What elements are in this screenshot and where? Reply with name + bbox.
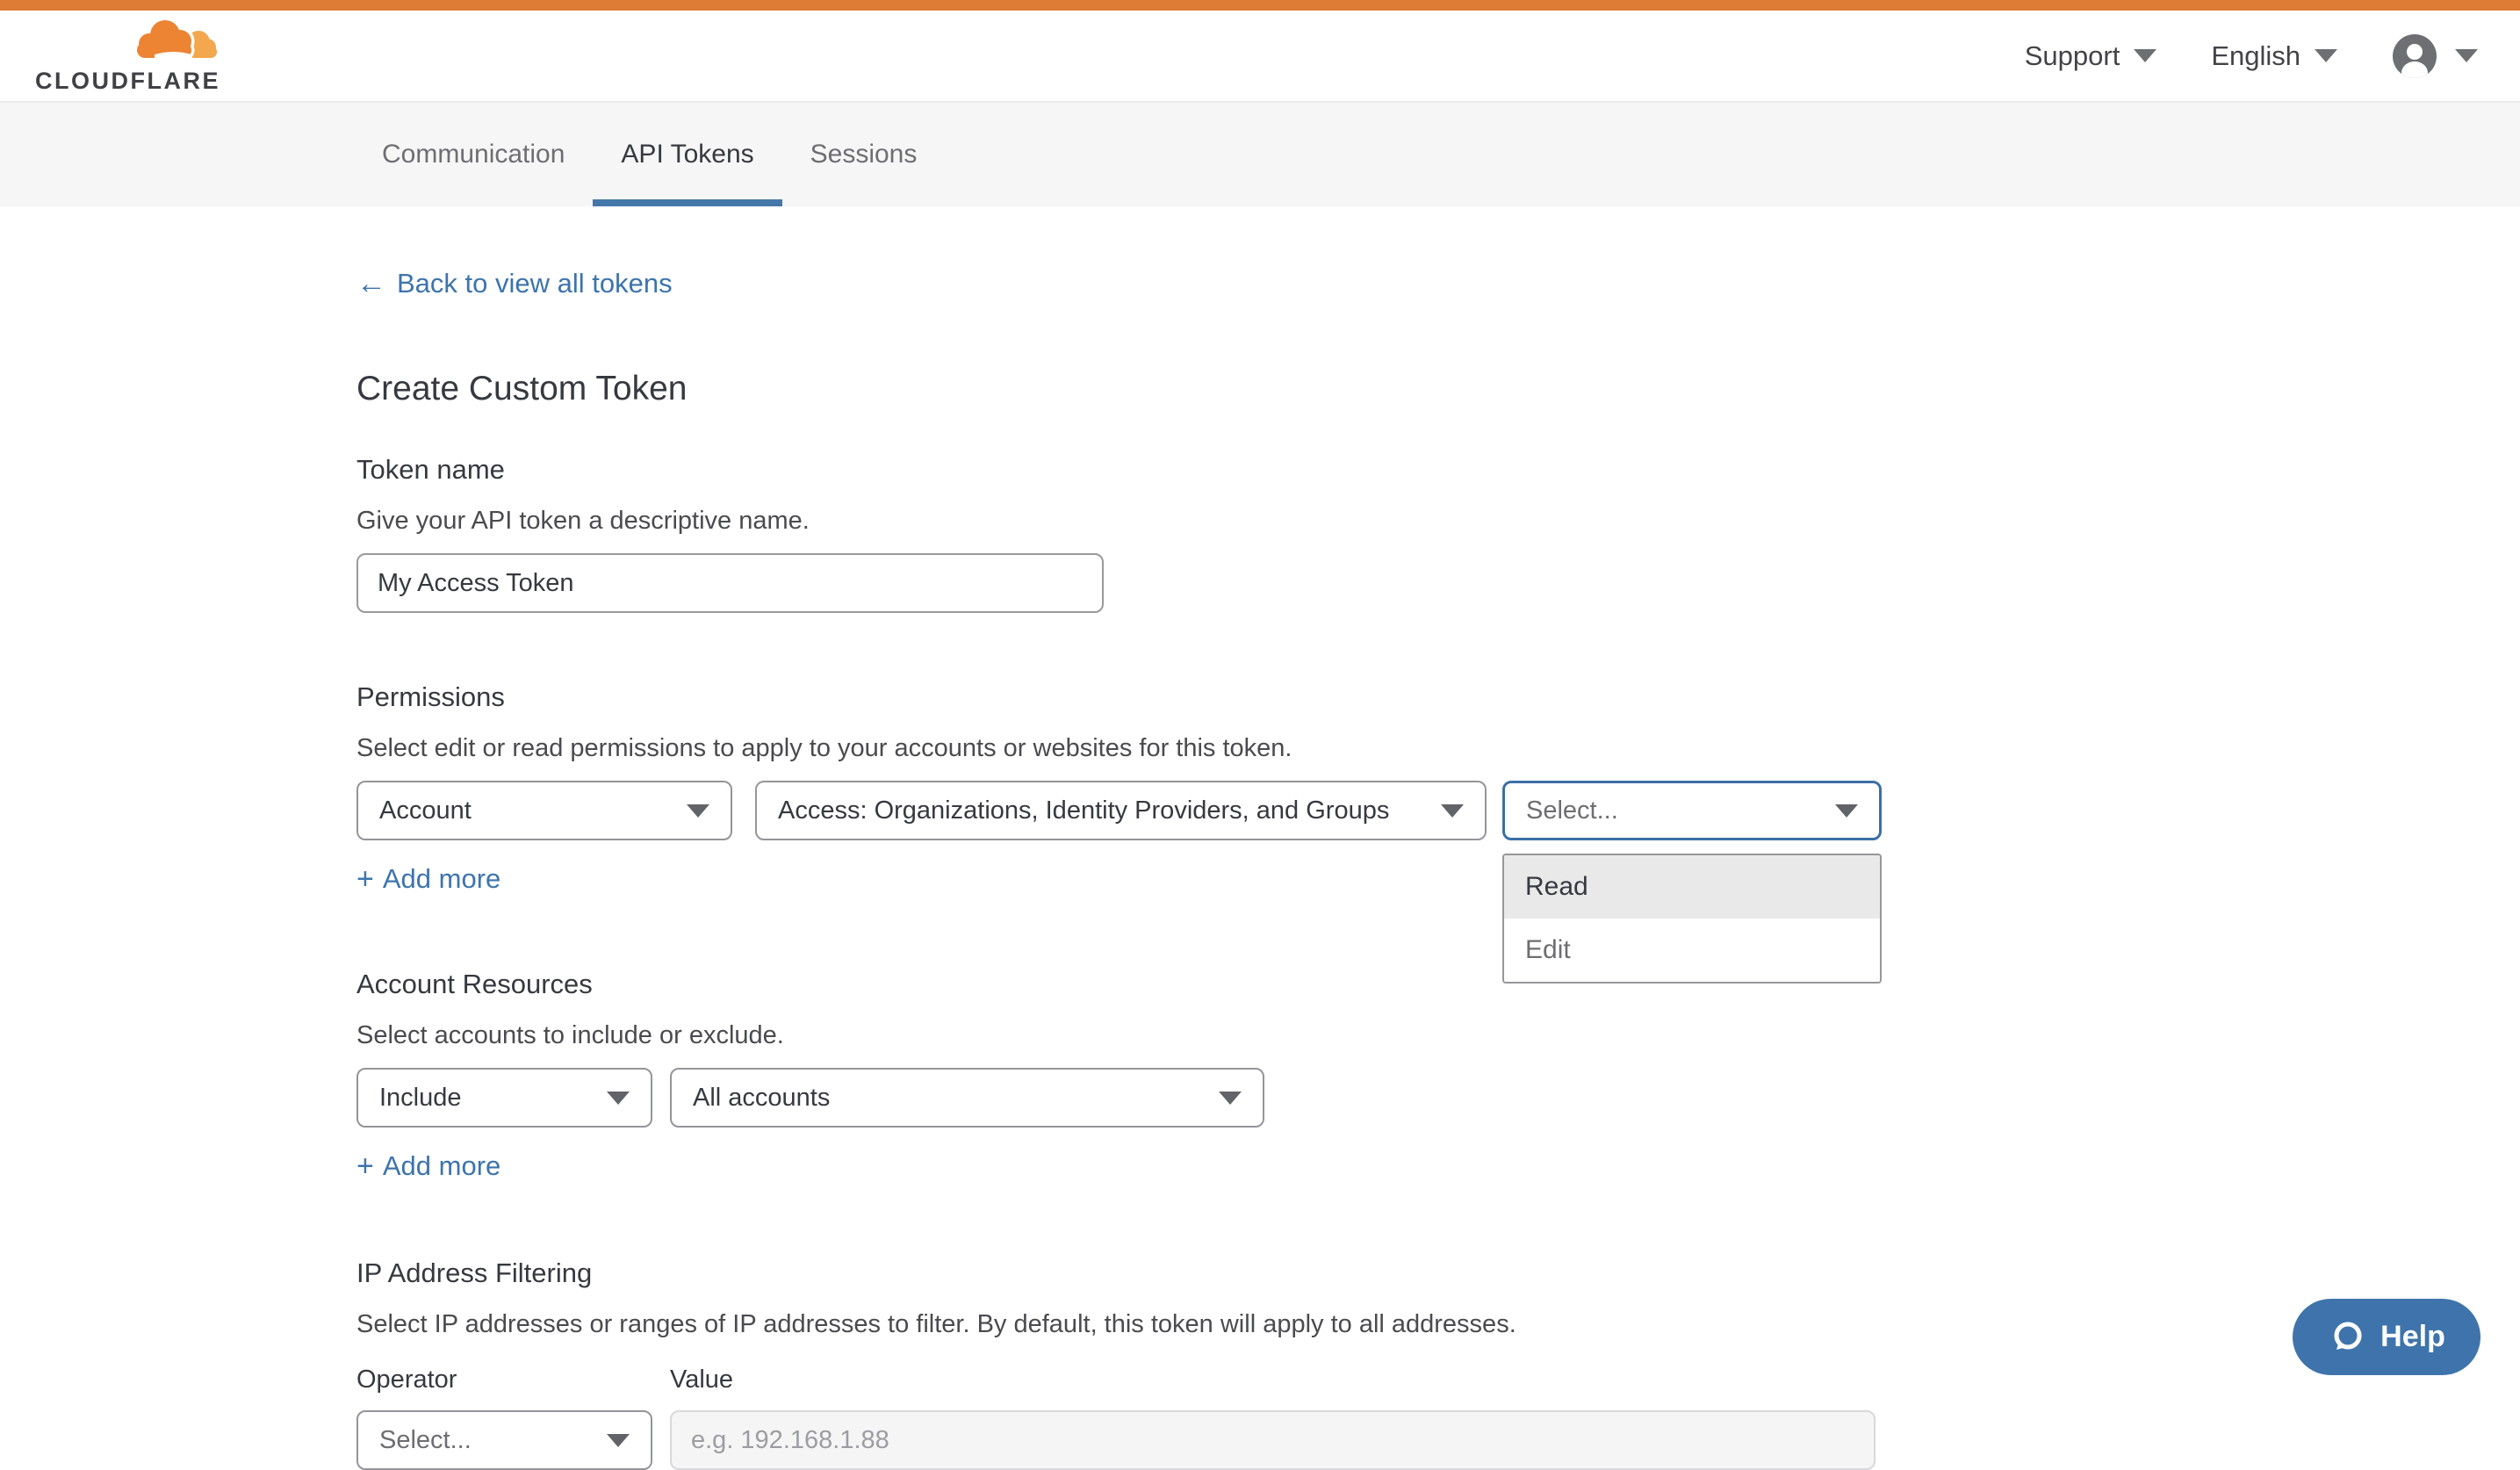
main-content: ← Back to view all tokens Create Custom … [0, 206, 2520, 1470]
back-link[interactable]: ← Back to view all tokens [356, 268, 673, 299]
token-name-heading: Token name [356, 454, 2520, 486]
access-level-menu: Read Edit [1502, 854, 1882, 984]
chevron-down-icon [2315, 49, 2337, 62]
permissions-heading: Permissions [356, 681, 2520, 713]
token-name-description: Give your API token a descriptive name. [356, 507, 2520, 536]
select-value: All accounts [693, 1084, 830, 1113]
resource-accounts-select[interactable]: All accounts [670, 1068, 1264, 1128]
chevron-down-icon [2455, 49, 2478, 62]
permissions-add-more-link[interactable]: + Add more [356, 863, 500, 895]
back-link-label: Back to view all tokens [397, 268, 673, 299]
user-avatar-icon [2392, 33, 2437, 79]
permissions-select-row: Account Access: Organizations, Identity … [356, 781, 2520, 840]
permission-scope-select[interactable]: Account [356, 781, 732, 840]
menu-option-read[interactable]: Read [1504, 855, 1880, 919]
language-menu[interactable]: English [2211, 40, 2337, 72]
support-menu[interactable]: Support [2025, 40, 2157, 72]
account-resources-heading: Account Resources [356, 969, 2520, 1000]
permissions-description: Select edit or read permissions to apply… [356, 734, 2520, 763]
chevron-down-icon [1219, 1092, 1242, 1105]
chevron-down-icon [607, 1092, 630, 1105]
ip-filtering-labels: Operator Value [356, 1366, 2520, 1394]
chevron-down-icon [2134, 49, 2156, 62]
account-resources-description: Select accounts to include or exclude. [356, 1021, 2520, 1050]
tab-label: Communication [382, 140, 565, 169]
help-button[interactable]: Help [2293, 1299, 2480, 1375]
chevron-down-icon [607, 1434, 630, 1447]
language-menu-label: English [2211, 40, 2300, 72]
tab-label: Sessions [810, 140, 918, 169]
header: CLOUDFLARE Support English [0, 11, 2520, 101]
account-resources-select-row: Include All accounts [356, 1068, 2520, 1128]
account-resources-add-more-link[interactable]: + Add more [356, 1150, 500, 1182]
select-value: Access: Organizations, Identity Provider… [778, 796, 1389, 825]
tab-sessions[interactable]: Sessions [782, 103, 946, 206]
value-label: Value [670, 1366, 733, 1394]
token-name-input[interactable] [356, 553, 1104, 613]
cloudflare-logo[interactable]: CLOUDFLARE [35, 18, 220, 93]
ip-operator-select[interactable]: Select... [356, 1410, 652, 1470]
user-menu[interactable] [2392, 33, 2478, 79]
page-title: Create Custom Token [356, 370, 2520, 408]
brand-accent-bar [0, 0, 2520, 11]
plus-icon: + [356, 864, 374, 894]
tab-communication[interactable]: Communication [354, 103, 593, 206]
ip-filtering-row: Select... [356, 1410, 2520, 1470]
permission-access-dropdown: Select... Read Edit [1502, 781, 1882, 840]
menu-option-label: Edit [1525, 935, 1571, 965]
permission-resource-select[interactable]: Access: Organizations, Identity Provider… [755, 781, 1487, 840]
header-nav: Support English [2025, 33, 2478, 79]
chevron-down-icon [1441, 804, 1464, 818]
chevron-down-icon [1835, 804, 1858, 818]
menu-option-edit[interactable]: Edit [1504, 919, 1880, 982]
select-value: Select... [1526, 796, 1618, 825]
support-menu-label: Support [2025, 40, 2120, 72]
cloudflare-cloud-icon [128, 18, 218, 68]
select-value: Select... [379, 1426, 472, 1455]
ip-filtering-heading: IP Address Filtering [356, 1257, 2520, 1289]
add-more-label: Add more [383, 863, 500, 895]
tab-label: API Tokens [621, 140, 753, 169]
select-value: Include [379, 1084, 462, 1113]
plus-icon: + [356, 1151, 374, 1181]
resource-mode-select[interactable]: Include [356, 1068, 652, 1128]
ip-value-input[interactable] [670, 1410, 1876, 1470]
menu-option-label: Read [1525, 872, 1588, 902]
select-value: Account [379, 796, 472, 825]
ip-filtering-description: Select IP addresses or ranges of IP addr… [356, 1310, 2520, 1339]
tab-api-tokens[interactable]: API Tokens [593, 103, 781, 206]
chat-bubble-icon [2328, 1318, 2366, 1357]
tab-bar: Communication API Tokens Sessions [0, 101, 2520, 206]
brand-wordmark: CLOUDFLARE [35, 69, 220, 93]
arrow-left-icon: ← [356, 269, 386, 299]
operator-label: Operator [356, 1366, 670, 1394]
chevron-down-icon [687, 804, 709, 818]
permission-access-select[interactable]: Select... [1502, 781, 1882, 840]
add-more-label: Add more [383, 1150, 500, 1182]
help-button-label: Help [2380, 1320, 2445, 1354]
